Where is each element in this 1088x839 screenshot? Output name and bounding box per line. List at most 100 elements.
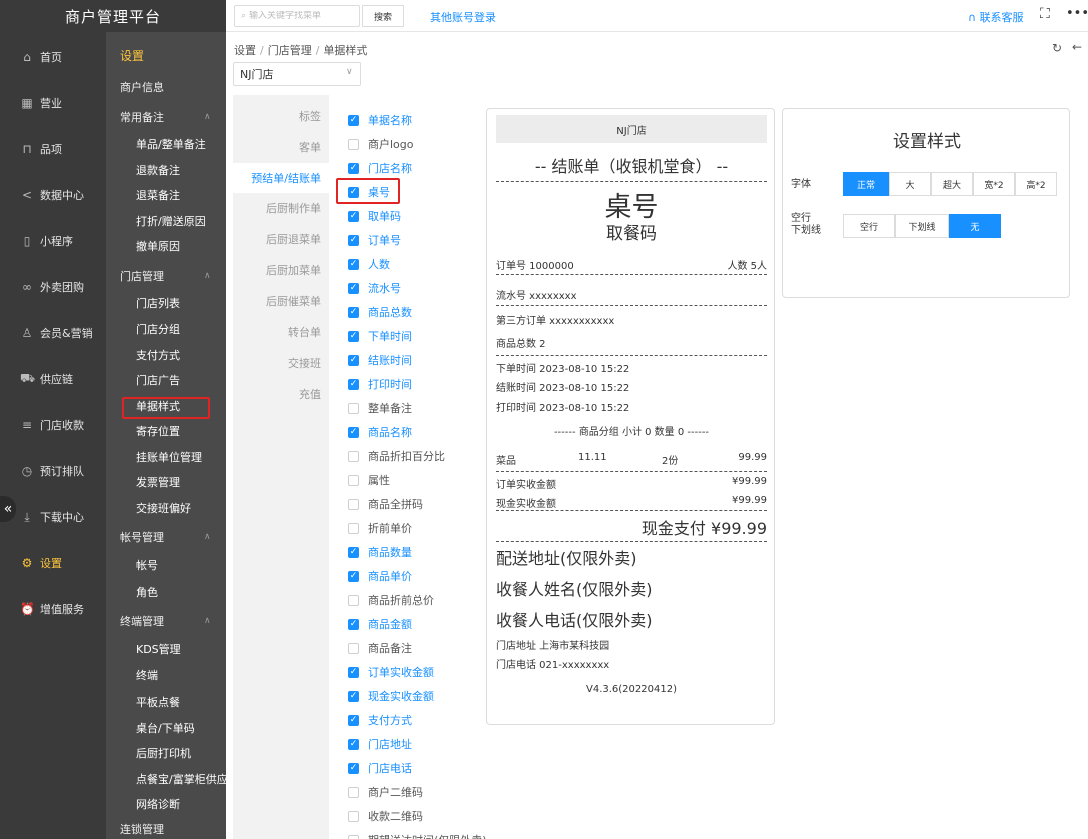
tab-receipt-type[interactable]: 后厨加菜单: [233, 255, 329, 285]
field-checkbox[interactable]: ✓ 商品数量: [348, 543, 488, 561]
submenu-item[interactable]: 发票管理: [106, 471, 226, 493]
submenu-item[interactable]: 撤单原因: [106, 235, 226, 257]
submenu-group[interactable]: 商户信息: [106, 76, 226, 98]
submenu-item[interactable]: 支付方式: [106, 344, 226, 366]
nav-item[interactable]: < 数据中心: [0, 172, 106, 218]
checkbox-empty-icon[interactable]: [348, 834, 359, 839]
field-checkbox[interactable]: ✓ 支付方式: [348, 711, 488, 729]
nav-item[interactable]: ⌂ 首页: [0, 34, 106, 80]
submenu-item[interactable]: 交接班偏好: [106, 497, 226, 519]
checkbox-checked-icon[interactable]: ✓: [348, 570, 359, 582]
nav-item[interactable]: ⚙ 设置: [0, 540, 106, 586]
field-checkbox[interactable]: 收款二维码: [348, 807, 488, 825]
field-checkbox[interactable]: ✓ 商品名称: [348, 423, 488, 441]
more-icon[interactable]: •••: [1066, 6, 1088, 21]
store-select[interactable]: NJ门店 ∨: [233, 62, 361, 86]
submenu-item[interactable]: 终端: [106, 664, 226, 686]
submenu-item[interactable]: 挂账单位管理: [106, 446, 226, 468]
field-checkbox[interactable]: ✓ 门店地址: [348, 735, 488, 753]
submenu-item[interactable]: 退款备注: [106, 159, 226, 181]
submenu-item[interactable]: KDS管理: [106, 638, 226, 660]
nav-item[interactable]: ⤓ 下载中心: [0, 494, 106, 540]
tab-receipt-type[interactable]: 充值: [233, 379, 329, 409]
tab-receipt-type[interactable]: 后厨催菜单: [233, 286, 329, 316]
checkbox-checked-icon[interactable]: ✓: [348, 714, 359, 726]
checkbox-empty-icon[interactable]: [348, 786, 359, 798]
field-checkbox[interactable]: ✓ 打印时间: [348, 375, 488, 393]
checkbox-checked-icon[interactable]: ✓: [348, 258, 359, 270]
checkbox-checked-icon[interactable]: ✓: [348, 114, 359, 126]
field-checkbox[interactable]: 整单备注: [348, 399, 488, 417]
field-checkbox[interactable]: 属性: [348, 471, 488, 489]
submenu-item[interactable]: 后厨打印机: [106, 742, 226, 764]
checkbox-checked-icon[interactable]: ✓: [348, 330, 359, 342]
blank-line-option[interactable]: 空行: [843, 214, 895, 238]
back-arrow-icon[interactable]: ←: [1072, 40, 1082, 54]
nav-item[interactable]: ⛟ 供应链: [0, 356, 106, 402]
checkbox-checked-icon[interactable]: ✓: [348, 282, 359, 294]
checkbox-checked-icon[interactable]: ✓: [348, 546, 359, 558]
submenu-item[interactable]: 门店分组: [106, 318, 226, 340]
breadcrumb-item[interactable]: 门店管理: [268, 44, 312, 57]
checkbox-checked-icon[interactable]: ✓: [348, 354, 359, 366]
tab-receipt-type[interactable]: 后厨制作单: [233, 193, 329, 223]
nav-item[interactable]: ∞ 外卖团购: [0, 264, 106, 310]
checkbox-empty-icon[interactable]: [348, 810, 359, 822]
blank-line-option[interactable]: 下划线: [895, 214, 949, 238]
other-account-login-link[interactable]: 其他账号登录: [430, 9, 496, 25]
field-checkbox[interactable]: ✓ 商品金额: [348, 615, 488, 633]
font-size-option[interactable]: 超大: [931, 172, 973, 196]
checkbox-checked-icon[interactable]: ✓: [348, 426, 359, 438]
submenu-item[interactable]: 寄存位置: [106, 420, 226, 442]
checkbox-empty-icon[interactable]: [348, 450, 359, 462]
submenu-item[interactable]: 帐号: [106, 554, 226, 576]
nav-item[interactable]: ≡ 门店收款: [0, 402, 106, 448]
nav-item[interactable]: ♙ 会员&营销: [0, 310, 106, 356]
field-checkbox[interactable]: ✓ 结账时间: [348, 351, 488, 369]
checkbox-empty-icon[interactable]: [348, 138, 359, 150]
blank-line-option[interactable]: 无: [949, 214, 1001, 238]
tab-receipt-type[interactable]: 转台单: [233, 317, 329, 347]
field-checkbox[interactable]: ✓ 订单号: [348, 231, 488, 249]
checkbox-checked-icon[interactable]: ✓: [348, 762, 359, 774]
nav-item[interactable]: ⏰ 增值服务: [0, 586, 106, 632]
field-checkbox[interactable]: ✓ 流水号: [348, 279, 488, 297]
field-checkbox[interactable]: 商品折扣百分比: [348, 447, 488, 465]
submenu-group[interactable]: 终端管理 ∧: [106, 610, 226, 632]
checkbox-empty-icon[interactable]: [348, 402, 359, 414]
field-checkbox[interactable]: ✓ 现金实收金额: [348, 687, 488, 705]
field-checkbox[interactable]: ✓ 单据名称: [348, 111, 488, 129]
field-checkbox[interactable]: ✓ 门店名称: [348, 159, 488, 177]
submenu-item[interactable]: 网络诊断: [106, 793, 226, 815]
submenu-item[interactable]: 点餐宝/富掌柜供应: [106, 768, 226, 790]
checkbox-empty-icon[interactable]: [348, 594, 359, 606]
checkbox-empty-icon[interactable]: [348, 522, 359, 534]
field-checkbox[interactable]: 商品全拼码: [348, 495, 488, 513]
tab-receipt-type[interactable]: 交接班: [233, 348, 329, 378]
breadcrumb-item[interactable]: 设置: [234, 44, 256, 57]
checkbox-checked-icon[interactable]: ✓: [348, 378, 359, 390]
submenu-group[interactable]: 连锁管理: [106, 818, 226, 839]
checkbox-checked-icon[interactable]: ✓: [348, 234, 359, 246]
submenu-item[interactable]: 退菜备注: [106, 184, 226, 206]
field-checkbox[interactable]: 期望送达时间(仅限外卖): [348, 831, 488, 839]
submenu-item[interactable]: 门店列表: [106, 292, 226, 314]
submenu-item[interactable]: 桌台/下单码: [106, 717, 226, 739]
checkbox-checked-icon[interactable]: ✓: [348, 690, 359, 702]
tab-receipt-type[interactable]: 客单: [233, 132, 329, 162]
submenu-item[interactable]: 角色: [106, 581, 226, 603]
font-size-option[interactable]: 高*2: [1015, 172, 1057, 196]
nav-item[interactable]: ◷ 预订排队: [0, 448, 106, 494]
font-size-option[interactable]: 宽*2: [973, 172, 1015, 196]
checkbox-checked-icon[interactable]: ✓: [348, 738, 359, 750]
submenu-group[interactable]: 门店管理 ∧: [106, 265, 226, 287]
tab-receipt-type[interactable]: 标签: [233, 101, 329, 131]
refresh-icon[interactable]: ↻: [1052, 41, 1062, 55]
tab-receipt-type[interactable]: 后厨退菜单: [233, 224, 329, 254]
checkbox-checked-icon[interactable]: ✓: [348, 162, 359, 174]
field-checkbox[interactable]: ✓ 门店电话: [348, 759, 488, 777]
nav-item[interactable]: ▯ 小程序: [0, 218, 106, 264]
nav-item[interactable]: ⊓ 品项: [0, 126, 106, 172]
submenu-group[interactable]: 帐号管理 ∧: [106, 526, 226, 548]
submenu-item[interactable]: 打折/赠送原因: [106, 210, 226, 232]
